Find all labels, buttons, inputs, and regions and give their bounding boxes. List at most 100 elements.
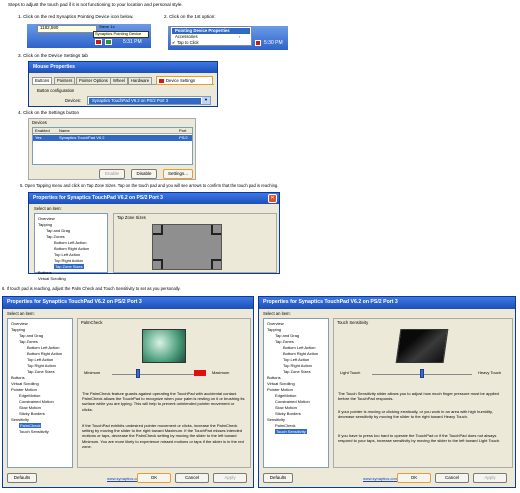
devices-label: Devices:	[65, 98, 82, 103]
row-enabled: Yes	[35, 135, 42, 140]
tab-pointer-options[interactable]: Pointer Options	[76, 77, 111, 86]
tab-device-settings-label: Device Settings	[166, 78, 196, 83]
step-6-text: 6. If touch pad is reaching, adjust the …	[2, 286, 181, 291]
step-2-text: 2. Click on the 1st option:	[164, 14, 216, 19]
header-name: Name	[59, 128, 70, 133]
tray-clock: 5:30 PM	[264, 40, 283, 46]
palm-illustration	[142, 329, 186, 363]
select-item-label: Select an item:	[34, 206, 62, 211]
apply-button[interactable]: Apply	[213, 473, 247, 483]
close-icon[interactable]: ✕	[268, 194, 277, 203]
tree-item-virtual-scrolling[interactable]: Virtual Scrolling	[38, 276, 104, 282]
step-1-text: 1. Click on the red Synaptics Pointing D…	[18, 14, 134, 19]
devices-group-label: Devices	[32, 120, 47, 125]
row-name: Synaptics TouchPad V6.2	[59, 135, 105, 140]
cancel-button[interactable]: Cancel	[175, 473, 209, 483]
cancel-button[interactable]: Cancel	[435, 473, 469, 483]
ok-button[interactable]: OK	[397, 473, 431, 483]
devices-list: Enabled Name Port Yes Synaptics TouchPad…	[32, 127, 193, 165]
tray-tooltip: Synaptics Pointing Device	[95, 31, 142, 36]
tab-wheel[interactable]: Wheel	[110, 77, 128, 86]
synaptics-link[interactable]: www.synaptics.com	[363, 477, 398, 481]
tree-item-touch-sensitivity[interactable]: Touch Sensitivity	[275, 429, 307, 434]
step-5-text: 5. Open Tapping menu and click on Tap Zo…	[20, 183, 279, 188]
defaults-button[interactable]: Defaults	[263, 473, 293, 483]
tree-item-tap-zone-sizes[interactable]: Tap Zone Sizes	[54, 264, 84, 269]
step-3-text: 3. Click on the Device Settings tab	[18, 53, 88, 58]
touch-window-title: Properties for Synaptics TouchPad V6.2 o…	[259, 297, 515, 309]
taskbar-2: Pointing Device Properties Accessories ›…	[168, 26, 288, 50]
devices-list-header: Enabled Name Port	[33, 128, 192, 134]
tapzone-window-title: Properties for Synaptics TouchPad V6.2 o…	[29, 193, 279, 204]
row-port: PS/2	[179, 135, 188, 140]
palmcheck-slider-track[interactable]	[112, 374, 198, 375]
tab-device-settings[interactable]: Device Settings	[156, 76, 213, 85]
zone-corner-bottom-left	[153, 259, 163, 269]
touch-slider-thumb[interactable]	[420, 369, 424, 378]
touch-sensitivity-properties-window: Properties for Synaptics TouchPad V6.2 o…	[258, 296, 516, 488]
intro-text: Steps to adjust the touch pad if it is n…	[8, 2, 183, 7]
palmcheck-description-1: The PalmCheck feature guards against ope…	[82, 391, 245, 412]
touch-description-3: If you have to press too hard to operate…	[338, 433, 501, 444]
tab-buttons[interactable]: Buttons	[32, 77, 53, 86]
network-tray-icon[interactable]	[105, 39, 112, 45]
slider-red-zone	[194, 370, 206, 376]
touchpad-illustration	[395, 329, 449, 363]
palmcheck-slider-thumb[interactable]	[136, 369, 140, 378]
synaptics-tray-icon[interactable]	[95, 39, 102, 45]
tree-item-palmcheck[interactable]: PalmCheck	[19, 423, 42, 428]
synaptics-tray-icon[interactable]	[255, 40, 261, 46]
slider-min-label: Minimum	[84, 370, 101, 375]
touch-description-1: The Touch Sensitivity slider allows you …	[338, 391, 499, 402]
palmcheck-window-title: Properties for Synaptics TouchPad V6.2 o…	[3, 297, 253, 309]
tray-clock: 5:31 PM	[123, 39, 142, 45]
select-item-label: Select an item:	[7, 311, 35, 316]
panel-title: Touch Sensitivity	[337, 320, 369, 325]
apply-button[interactable]: Apply	[473, 473, 507, 483]
palmcheck-panel: PalmCheck Minimum Maximum The PalmCheck …	[77, 318, 251, 468]
panel-title: PalmCheck	[81, 320, 103, 325]
button-config-group: Button configuration	[37, 88, 75, 93]
tab-pointers[interactable]: Pointers	[54, 77, 76, 86]
synaptics-icon	[159, 79, 164, 83]
zone-corner-top-right	[211, 225, 221, 235]
enable-button[interactable]: Enable	[99, 169, 125, 179]
settings-tree: Overview Tapping Tap and Drag Tap Zones …	[7, 318, 73, 468]
tapzone-properties-window: Properties for Synaptics TouchPad V6.2 o…	[28, 192, 280, 281]
chevron-right-icon: ›	[239, 34, 241, 39]
tab-strip: Buttons Pointers Pointer Options Wheel H…	[32, 76, 214, 86]
zone-corner-bottom-right	[211, 259, 221, 269]
taskbar-extra: Steve 1x	[99, 24, 115, 29]
touchpad-zone-preview[interactable]	[152, 224, 222, 270]
settings-tree: Overview Tapping Tap and Drag Tap Zones …	[34, 213, 108, 281]
tab-hardware[interactable]: Hardware	[128, 77, 153, 86]
zone-corner-top-left	[153, 225, 163, 235]
ok-button[interactable]: OK	[137, 473, 171, 483]
step-4-text: 4. Click on the Settings button	[18, 110, 80, 115]
select-item-label: Select an item:	[263, 311, 291, 316]
defaults-button[interactable]: Defaults	[7, 473, 37, 483]
tree-item-touch-sensitivity[interactable]: Touch Sensitivity	[11, 429, 69, 435]
tapzone-panel: Tap Zone Sizes	[113, 213, 277, 273]
header-enabled: Enabled	[35, 128, 50, 133]
devices-select-value: Synaptics TouchPad V6.2 on PS/2 Port 3	[89, 98, 201, 104]
touch-sensitivity-panel: Touch Sensitivity Light Touch Heavy Touc…	[333, 318, 513, 468]
panel-title: Tap Zone Sizes	[117, 215, 146, 220]
slider-max-label: Maximum	[212, 370, 230, 375]
settings-tree: Overview Tapping Tap and Drag Tap Zones …	[263, 318, 329, 468]
slider-max-label: Heavy Touch	[478, 370, 502, 375]
table-row[interactable]: Yes Synaptics TouchPad V6.2 PS/2	[33, 135, 192, 141]
devices-select[interactable]: Synaptics TouchPad V6.2 on PS/2 Port 3 ▼	[87, 96, 211, 105]
mouse-properties-window: Mouse Properties Buttons Pointers Pointe…	[28, 61, 218, 107]
tray-context-menu: Pointing Device Properties Accessories ›…	[170, 26, 252, 46]
menu-item-tap-to-click[interactable]: Tap to Click	[177, 40, 199, 45]
checkmark-icon: ✔	[172, 40, 176, 45]
header-port: Port	[179, 128, 187, 133]
mouse-properties-title: Mouse Properties	[29, 62, 217, 73]
menu-item-accessories[interactable]: Accessories	[175, 34, 198, 39]
chevron-down-icon[interactable]: ▼	[202, 97, 210, 104]
disable-button[interactable]: Disable	[131, 169, 157, 179]
touch-description-2: If your pointer is moving or clicking er…	[338, 409, 493, 420]
slider-min-label: Light Touch	[340, 370, 361, 375]
settings-button[interactable]: Settings...	[163, 169, 193, 179]
